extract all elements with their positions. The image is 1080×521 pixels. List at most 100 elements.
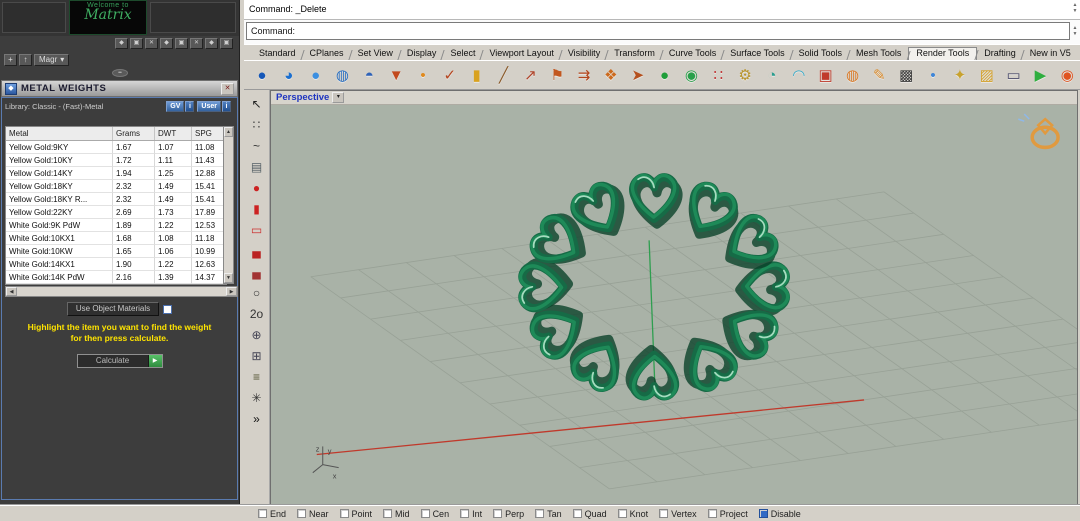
osnap-toggle[interactable]: Quad — [572, 509, 607, 519]
ribbon-tool-icon[interactable]: • — [410, 63, 436, 87]
ribbon-tool-icon[interactable]: ▼ — [383, 63, 409, 87]
scroll-down-icon[interactable]: ▼ — [1071, 32, 1079, 37]
side-tool-icon[interactable]: ▤ — [251, 161, 262, 173]
scroll-down-icon[interactable]: ▼ — [1071, 9, 1079, 14]
ribbon-tool-icon[interactable]: ● — [303, 63, 329, 87]
checkbox-icon[interactable] — [535, 509, 545, 518]
table-row[interactable]: Yellow Gold:18KY R... 2.32 1.49 15.41 — [6, 193, 226, 206]
ribbon-tool-icon[interactable]: ⚑ — [544, 63, 570, 87]
ribbon-tool-icon[interactable]: ▶ — [1027, 63, 1053, 87]
checkbox-icon[interactable] — [460, 509, 470, 518]
toolbar-tab[interactable]: Viewport Layout — [482, 47, 560, 60]
side-tool-icon[interactable]: ⊞ — [251, 350, 261, 362]
side-tool-icon[interactable]: ✳ — [251, 392, 261, 404]
table-row[interactable]: White Gold:9K PdW 1.89 1.22 12.53 — [6, 219, 226, 232]
dock-control-button[interactable]: ▣ — [130, 38, 143, 49]
use-materials-checkbox[interactable] — [163, 304, 173, 314]
dock-control-button[interactable]: ▣ — [175, 38, 188, 49]
table-horizontal-scrollbar[interactable]: ◀ ▶ — [5, 286, 238, 297]
history-scrollbar[interactable]: ▲ ▼ — [1071, 3, 1079, 14]
ribbon-tool-icon[interactable]: ◕ — [276, 63, 302, 87]
ribbon-tool-icon[interactable]: ╱ — [491, 63, 517, 87]
ribbon-tool-icon[interactable]: ◠ — [786, 63, 812, 87]
ribbon-tool-icon[interactable]: ✎ — [866, 63, 892, 87]
checkbox-icon[interactable] — [297, 509, 307, 518]
checkbox-icon[interactable] — [420, 509, 430, 518]
checkbox-icon[interactable] — [493, 509, 503, 518]
scroll-right-icon[interactable]: ▶ — [226, 287, 237, 296]
scroll-down-icon[interactable]: ▼ — [224, 273, 233, 283]
table-row[interactable]: White Gold:14K PdW 2.16 1.39 14.37 — [6, 271, 226, 284]
osnap-toggle[interactable]: Knot — [617, 509, 648, 519]
toolbar-tab[interactable]: Select — [443, 47, 482, 60]
dock-control-button[interactable]: ✕ — [190, 38, 203, 49]
user-button[interactable]: User — [197, 100, 221, 112]
osnap-toggle[interactable]: Cen — [420, 509, 449, 519]
command-input-box[interactable]: Command: — [246, 22, 1070, 40]
ribbon-tool-icon[interactable]: ◔ — [759, 63, 785, 87]
gv-button[interactable]: GV — [166, 100, 185, 112]
viewport-title[interactable]: Perspective — [276, 92, 329, 103]
toolbar-tab[interactable]: Drafting — [977, 47, 1023, 60]
osnap-toggle[interactable]: Disable — [758, 509, 801, 519]
osnap-toggle[interactable]: Int — [460, 509, 482, 519]
up-button[interactable]: ↑ — [19, 53, 32, 66]
side-tool-icon[interactable]: ▄ — [252, 245, 261, 257]
scroll-left-icon[interactable]: ◀ — [6, 287, 17, 296]
perspective-viewport-canvas[interactable]: z y x — [271, 105, 1077, 504]
checkbox-icon[interactable] — [758, 509, 768, 518]
ribbon-tool-icon[interactable]: ▨ — [974, 63, 1000, 87]
toolbar-tab[interactable]: Display — [400, 47, 444, 60]
ribbon-tool-icon[interactable]: ◍ — [840, 63, 866, 87]
panel-collapse-handle[interactable]: •• — [112, 69, 128, 77]
close-icon[interactable]: ✕ — [221, 82, 234, 95]
osnap-toggle[interactable]: Near — [297, 509, 329, 519]
toolbar-tab[interactable]: Mesh Tools — [849, 47, 908, 60]
osnap-toggle[interactable]: Project — [707, 509, 748, 519]
ribbon-tool-icon[interactable]: ⇉ — [571, 63, 597, 87]
ribbon-tool-icon[interactable]: ↗ — [517, 63, 543, 87]
side-tool-icon[interactable]: ⊕ — [251, 329, 261, 341]
calculate-button[interactable]: Calculate ▶ — [76, 354, 163, 368]
ribbon-tool-icon[interactable]: ● — [249, 63, 275, 87]
side-tool-icon[interactable]: ● — [253, 182, 260, 194]
checkbox-icon[interactable] — [617, 509, 627, 518]
ribbon-tool-icon[interactable]: ▮ — [464, 63, 490, 87]
ribbon-tool-icon[interactable]: ✓ — [437, 63, 463, 87]
ribbon-tool-icon[interactable]: ▣ — [813, 63, 839, 87]
add-button[interactable]: + — [4, 53, 17, 66]
dock-control-button[interactable]: ▣ — [220, 38, 233, 49]
toolbar-tab[interactable]: Curve Tools — [662, 47, 723, 60]
side-tool-icon[interactable]: ~ — [253, 140, 260, 152]
metal-weights-header[interactable]: ◆ METAL WEIGHTS ✕ — [1, 80, 238, 97]
use-object-materials-button[interactable]: Use Object Materials — [66, 302, 160, 316]
ribbon-tool-icon[interactable]: ➤ — [625, 63, 651, 87]
dock-control-button[interactable]: ◆ — [205, 38, 218, 49]
dock-control-button[interactable]: ◆ — [115, 38, 128, 49]
osnap-toggle[interactable]: Tan — [535, 509, 562, 519]
command-scrollbar[interactable]: ▲ ▼ — [1071, 26, 1079, 37]
table-row[interactable]: Yellow Gold:22KY 2.69 1.73 17.89 — [6, 206, 226, 219]
side-tool-icon[interactable]: ↖ — [251, 98, 261, 110]
osnap-toggle[interactable]: Mid — [383, 509, 410, 519]
command-input[interactable] — [298, 26, 1069, 36]
user-info-button[interactable]: i — [222, 100, 231, 112]
ribbon-tool-icon[interactable]: ● — [652, 63, 678, 87]
toolbar-tab[interactable]: CPlanes — [303, 47, 351, 60]
checkbox-icon[interactable] — [258, 509, 267, 518]
toolbar-tab[interactable]: Standard — [252, 47, 303, 60]
osnap-toggle[interactable]: Perp — [493, 509, 524, 519]
table-row[interactable]: Yellow Gold:18KY 2.32 1.49 15.41 — [6, 180, 226, 193]
checkbox-icon[interactable] — [383, 509, 393, 518]
table-row[interactable]: White Gold:10KX1 1.68 1.08 11.18 — [6, 232, 226, 245]
table-row[interactable]: White Gold:10KW 1.65 1.06 10.99 — [6, 245, 226, 258]
ribbon-tool-icon[interactable]: ⚙ — [732, 63, 758, 87]
viewport-dropdown[interactable]: ▾ — [332, 92, 345, 103]
toolbar-tab[interactable]: Visibility — [561, 47, 607, 60]
table-row[interactable]: Yellow Gold:10KY 1.72 1.11 11.43 — [6, 154, 226, 167]
osnap-toggle[interactable]: End — [258, 509, 286, 519]
table-row[interactable]: White Gold:14KX1 1.90 1.22 12.63 — [6, 258, 226, 271]
toolbar-tab[interactable]: Render Tools — [908, 47, 978, 60]
osnap-toggle[interactable]: Vertex — [659, 509, 697, 519]
side-tool-icon[interactable]: ▄ — [252, 266, 261, 278]
